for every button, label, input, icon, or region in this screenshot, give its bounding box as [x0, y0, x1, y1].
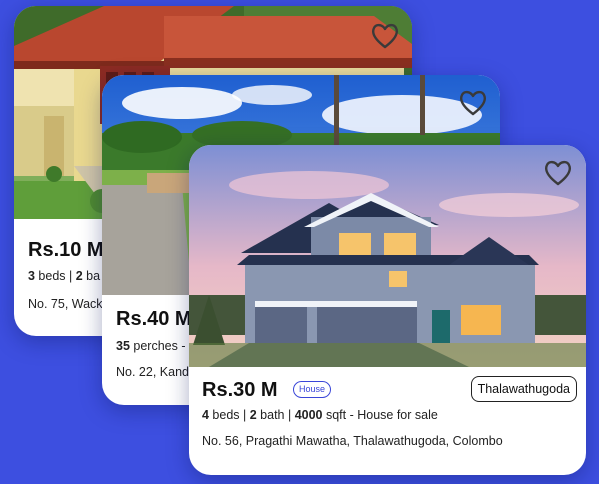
- favorite-heart-icon[interactable]: [543, 159, 573, 187]
- listing-details: 3 beds | 2 ba: [28, 269, 101, 283]
- listing-address: No. 75, Wack: [28, 297, 103, 311]
- listing-price: Rs.40 M: [116, 308, 192, 330]
- listing-card-3[interactable]: Rs.30 M House Thalawathugoda 4 beds | 2 …: [189, 145, 586, 475]
- favorite-heart-icon[interactable]: [458, 89, 488, 117]
- listing-address: No. 22, Kandy: [116, 365, 196, 379]
- listing-photo-3[interactable]: [189, 145, 586, 367]
- listing-price: Rs.10 M: [28, 239, 104, 261]
- property-type-badge: House: [293, 381, 332, 398]
- favorite-heart-icon[interactable]: [370, 22, 400, 50]
- listing-details: 35 perches -: [116, 339, 186, 353]
- listing-price: Rs.30 M: [202, 379, 278, 401]
- listing-address: No. 56, Pragathi Mawatha, Thalawathugoda…: [202, 434, 503, 448]
- location-tag[interactable]: Thalawathugoda: [470, 376, 577, 402]
- listing-details: 4 beds | 2 bath | 4000 sqft - House for …: [202, 408, 438, 422]
